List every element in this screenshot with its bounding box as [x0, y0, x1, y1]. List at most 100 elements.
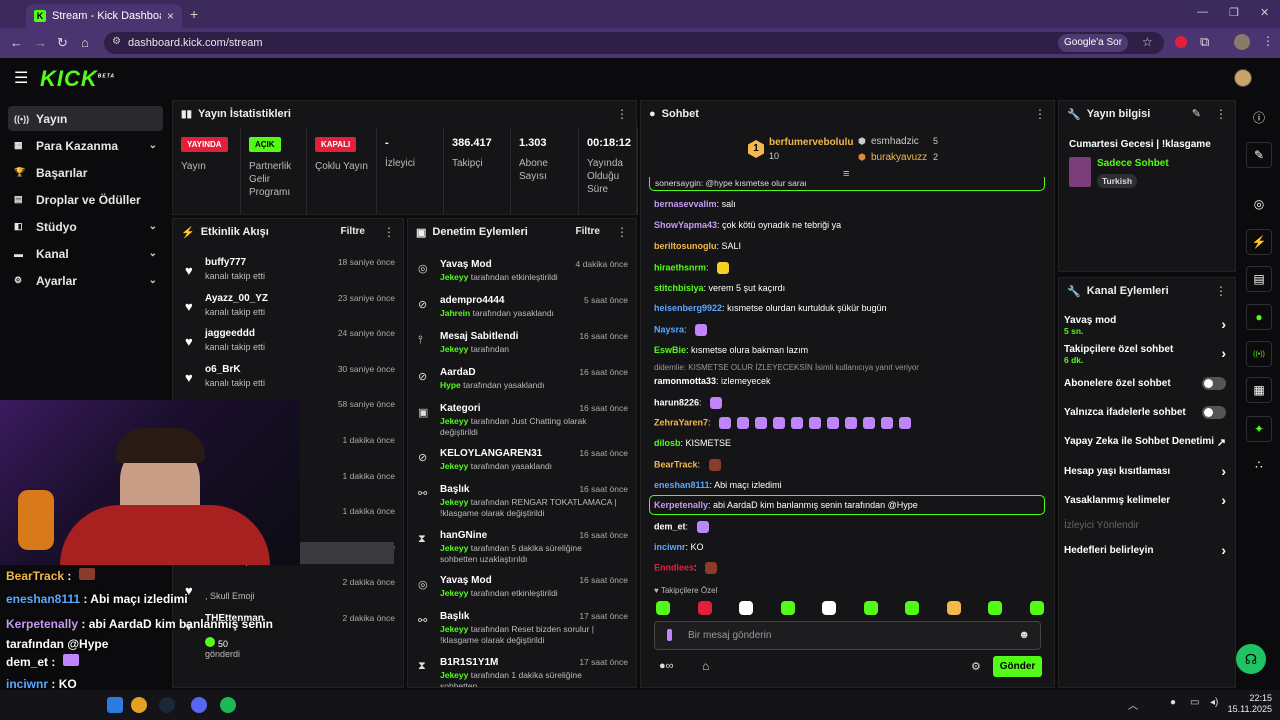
- spotify-taskbar-icon[interactable]: [220, 697, 236, 713]
- bolt-icon[interactable]: ⚡: [1246, 229, 1272, 255]
- chat-message[interactable]: heisenberg9922: kısmetse olurdan kurtuld…: [654, 303, 887, 313]
- moderator-name[interactable]: Jekeyy: [440, 344, 468, 354]
- steam-taskbar-icon[interactable]: [159, 697, 175, 713]
- chat-message[interactable]: EswBie: kısmetse olura bakman lazım: [654, 345, 808, 355]
- stats-more-icon[interactable]: ⋮: [616, 107, 628, 121]
- chat-message[interactable]: ramonmotta33: izlemeyecek: [654, 376, 771, 386]
- emoji-icon[interactable]: ☻: [1018, 629, 1030, 641]
- activity-user[interactable]: jaggeeddd: [205, 328, 255, 339]
- activity-user[interactable]: o6_BrK: [205, 364, 241, 375]
- browser-menu-icon[interactable]: ⋮: [1262, 34, 1274, 48]
- chat-message[interactable]: ZehraYaren7:: [654, 417, 912, 429]
- channel-action-row[interactable]: Abonelere özel sohbet: [1064, 377, 1226, 390]
- chat-username[interactable]: heisenberg9922: [654, 303, 722, 313]
- chevron-right-icon[interactable]: ›: [1221, 542, 1226, 558]
- reload-icon[interactable]: ↻: [57, 35, 68, 51]
- chevron-down-icon[interactable]: ⌄: [149, 140, 157, 151]
- moderator-name[interactable]: Hype: [440, 380, 461, 390]
- maximize-icon[interactable]: ❐: [1229, 6, 1239, 19]
- quick-emote-icon[interactable]: [1029, 601, 1044, 615]
- chat-username[interactable]: ShowYapma43: [654, 220, 717, 230]
- chevron-down-icon[interactable]: ⌄: [149, 248, 157, 259]
- toggle-switch[interactable]: [1202, 377, 1226, 390]
- chat-message[interactable]: dilosb: KISMETSE: [654, 438, 731, 448]
- channel-action-row[interactable]: Takipçilere özel sohbet 6 dk. ›: [1064, 344, 1226, 365]
- chat-username[interactable]: inciwnr: [654, 542, 686, 552]
- moderation-row[interactable]: ⧗ B1R1S1Y1M Jekeyy tarafından 1 dakika sür…: [408, 653, 636, 687]
- moderation-row[interactable]: ◎ Yavaş Mod Jekeyy tarafından etkinleştiri…: [408, 255, 636, 291]
- back-icon[interactable]: ←: [10, 35, 23, 50]
- chat-username[interactable]: beriltosunoglu: [654, 241, 717, 251]
- toggle-switch[interactable]: [1202, 406, 1226, 419]
- site-info-icon[interactable]: ⚙: [112, 36, 121, 47]
- moderation-target[interactable]: B1R1S1Y1M: [440, 657, 498, 668]
- gift-icon[interactable]: ⌂: [702, 659, 709, 673]
- taskbar-clock[interactable]: 22:15 15.11.2025: [1228, 693, 1272, 715]
- chevron-down-icon[interactable]: ⌄: [149, 275, 157, 286]
- channel-action-row[interactable]: Yalnızca ifadelerle sohbet: [1064, 406, 1226, 419]
- activity-filter-button[interactable]: Filtre: [341, 226, 365, 237]
- sidebar-item-4[interactable]: ◧ Stüdyo ⌄: [8, 214, 163, 239]
- edit-pencil-icon[interactable]: ✎: [1192, 107, 1201, 120]
- leader-1-name[interactable]: berfumervebolulu: [769, 137, 853, 148]
- chat-username[interactable]: dilosb: [654, 438, 681, 448]
- activity-more-icon[interactable]: ⋮: [383, 225, 395, 239]
- external-link-icon[interactable]: ↗: [1217, 436, 1226, 449]
- moderator-name[interactable]: Jekeyy: [440, 461, 468, 471]
- chat-message[interactable]: dem_et:: [654, 521, 709, 533]
- chat-message[interactable]: harun8226:: [654, 397, 723, 409]
- channel-action-row[interactable]: Hesap yaşı kısıtlaması ›: [1064, 463, 1226, 479]
- moderator-name[interactable]: Jekeyy: [440, 624, 468, 634]
- chrome-taskbar-icon[interactable]: [131, 697, 147, 713]
- moderator-name[interactable]: Jekeyy: [440, 416, 468, 426]
- channel-action-row[interactable]: Hedefleri belirleyin ›: [1064, 542, 1226, 558]
- pencil-icon[interactable]: ✎: [1246, 142, 1272, 168]
- chat-message[interactable]: Kerpetenally: abi AardaD kim banlanmış s…: [649, 495, 1045, 515]
- focus-icon[interactable]: ◎: [1246, 191, 1272, 217]
- url-field[interactable]: ⚙ dashboard.kick.com/stream Google'a Sor…: [104, 32, 1164, 54]
- chat-message[interactable]: BearTrack:: [654, 459, 721, 471]
- moderation-row[interactable]: ◎ Yavaş Mod Jekeyy tarafından etkinleştiri…: [408, 571, 636, 607]
- chat-username[interactable]: Naysra: [654, 324, 684, 334]
- send-button[interactable]: Gönder: [993, 656, 1042, 677]
- chevron-right-icon[interactable]: ›: [1221, 463, 1226, 479]
- chat-message[interactable]: bernasevvalim: salı: [654, 199, 736, 209]
- sidebar-item-0[interactable]: ((•)) Yayın: [8, 106, 163, 131]
- moderation-target[interactable]: Yavaş Mod: [440, 575, 492, 586]
- quick-emote-icon[interactable]: [697, 601, 712, 615]
- support-chat-button[interactable]: ☊: [1236, 644, 1266, 674]
- moderation-row[interactable]: ⚯ Başlık Jekeyy tarafından Reset bizden so…: [408, 607, 636, 645]
- chat-username[interactable]: stitchbisiya: [654, 283, 704, 293]
- activity-user[interactable]: Ayazz_00_YZ: [205, 293, 268, 304]
- quick-emote-icon[interactable]: [905, 601, 919, 615]
- moderation-row[interactable]: ⊘ adempro4444 Jahrein tarafından yasakland…: [408, 291, 636, 327]
- chat-more-icon[interactable]: ⋮: [1034, 107, 1046, 121]
- moderation-target[interactable]: Yavaş Mod: [440, 259, 492, 270]
- browser-tab[interactable]: K Stream - Kick Dashboard ×: [26, 4, 182, 28]
- activity-user[interactable]: buffy777: [205, 257, 246, 268]
- user-avatar[interactable]: [1234, 69, 1252, 87]
- moderation-target[interactable]: Başlık: [440, 611, 469, 622]
- moderation-filter-button[interactable]: Filtre: [576, 226, 600, 237]
- chat-username[interactable]: dem_et: [654, 521, 686, 531]
- moderation-row[interactable]: ⫯ Mesaj Sabitlendi Jekeyy tarafından 16 saa…: [408, 327, 636, 363]
- chat-message[interactable]: hiraethsnrm:: [654, 262, 730, 274]
- clipboard-icon[interactable]: ▤: [1246, 266, 1272, 292]
- chevron-right-icon[interactable]: ›: [1221, 492, 1226, 508]
- moderation-row[interactable]: ⊘ AardaD Hype tarafından yasaklandı 16 saat…: [408, 363, 636, 399]
- forward-icon[interactable]: →: [34, 35, 47, 50]
- chat-username[interactable]: BearTrack: [654, 459, 698, 469]
- extension-icon[interactable]: [1175, 36, 1187, 48]
- leader-2-name[interactable]: esmhadzic: [871, 136, 919, 147]
- sidebar-item-2[interactable]: 🏆 Başarılar: [8, 160, 163, 185]
- sidebar-item-1[interactable]: ▦ Para Kazanma ⌄: [8, 133, 163, 158]
- quick-emote-icon[interactable]: [739, 601, 753, 615]
- wrench-icon[interactable]: ✦: [1246, 416, 1272, 442]
- chat-username[interactable]: harun8226: [654, 397, 699, 407]
- close-window-icon[interactable]: ✕: [1260, 6, 1269, 19]
- moderator-name[interactable]: Jekeyy: [440, 670, 468, 680]
- moderation-row[interactable]: ▣ Kategori Jekeyy tarafından Just Chatting…: [408, 399, 636, 437]
- chat-icon[interactable]: ●: [1246, 304, 1272, 330]
- close-tab-icon[interactable]: ×: [167, 9, 174, 23]
- moderation-row[interactable]: ⧗ hanGNine Jekeyy tarafından 5 dakika süre…: [408, 526, 636, 564]
